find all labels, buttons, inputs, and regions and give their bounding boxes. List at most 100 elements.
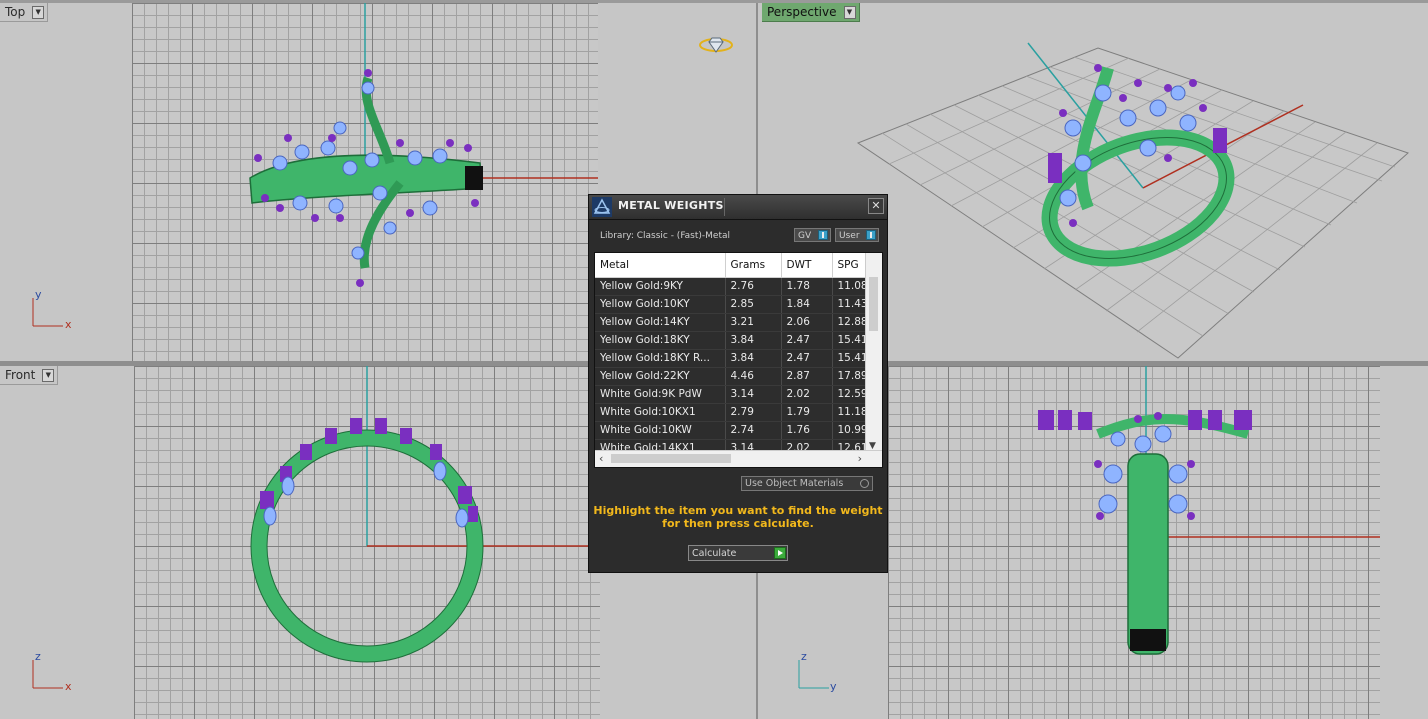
axis-label-z-right: z: [801, 650, 807, 663]
panel-title: METAL WEIGHTS: [618, 199, 724, 212]
use-object-materials-label: Use Object Materials: [745, 478, 844, 489]
scroll-left-icon[interactable]: ‹: [599, 452, 603, 465]
table-row[interactable]: Yellow Gold:22KY 4.46 2.87 17.89: [595, 367, 868, 386]
viewport-label-front-text: Front: [5, 368, 36, 382]
column-header-grams[interactable]: Grams: [725, 253, 782, 278]
gv-toggle-label: GV: [798, 231, 812, 241]
diamond-icon[interactable]: [698, 35, 734, 55]
axis-label-x-front: x: [65, 680, 72, 693]
metal-cell: Yellow Gold:18KY R...: [595, 349, 726, 368]
column-header-dwt[interactable]: DWT: [781, 253, 833, 278]
ring-front-view: [250, 418, 484, 663]
spg-cell: 12.88: [832, 313, 868, 332]
metal-cell: White Gold:9K PdW: [595, 385, 726, 404]
table-row[interactable]: Yellow Gold:18KY 3.84 2.47 15.41: [595, 331, 868, 350]
table-row[interactable]: Yellow Gold:9KY 2.76 1.78 11.08: [595, 277, 868, 296]
scrollbar-thumb[interactable]: [611, 454, 731, 463]
metal-cell: Yellow Gold:22KY: [595, 367, 726, 386]
table-row[interactable]: Yellow Gold:14KY 3.21 2.06 12.88: [595, 313, 868, 332]
radio-icon[interactable]: [860, 479, 869, 488]
metal-cell: White Gold:10KW: [595, 421, 726, 440]
ring-top-view: [249, 69, 483, 287]
dwt-cell: 1.78: [781, 277, 833, 296]
grams-cell: 3.84: [725, 331, 782, 350]
table-row[interactable]: White Gold:10KX1 2.79 1.79 11.18: [595, 403, 868, 422]
metal-weights-panel[interactable]: METAL WEIGHTS ✕ Library: Classic - (Fast…: [588, 194, 888, 573]
viewport-label-front[interactable]: Front ▼: [0, 366, 59, 385]
metal-cell: Yellow Gold:14KY: [595, 313, 726, 332]
use-object-materials-option[interactable]: Use Object Materials: [741, 476, 873, 491]
library-label: Library: Classic - (Fast)-Metal: [600, 231, 731, 241]
metal-cell: White Gold:10KX1: [595, 403, 726, 422]
user-toggle[interactable]: User: [835, 228, 879, 242]
table-row[interactable]: White Gold:10KW 2.74 1.76 10.99: [595, 421, 868, 440]
metal-cell: Yellow Gold:10KY: [595, 295, 726, 314]
instruction-text: Highlight the item you want to find the …: [593, 504, 883, 530]
ring-perspective: [1041, 64, 1235, 267]
table-row[interactable]: White Gold:9K PdW 3.14 2.02 12.59: [595, 385, 868, 404]
axis-label-x-top: x: [65, 318, 72, 331]
axis-gizmo-front: z x: [28, 650, 73, 697]
ring-side-view: [1038, 410, 1252, 655]
dwt-cell: 2.47: [781, 349, 833, 368]
chevron-down-icon[interactable]: ▼: [42, 369, 55, 382]
toggle-icon: [818, 230, 828, 240]
gv-toggle[interactable]: GV: [794, 228, 831, 242]
table-row[interactable]: Yellow Gold:10KY 2.85 1.84 11.43: [595, 295, 868, 314]
app-logo-icon: [592, 197, 612, 217]
play-icon: [774, 547, 786, 559]
spg-cell: 12.59: [832, 385, 868, 404]
table-row[interactable]: Yellow Gold:18KY R... 3.84 2.47 15.41: [595, 349, 868, 368]
dwt-cell: 1.79: [781, 403, 833, 422]
axis-gizmo-right: z y: [794, 650, 839, 697]
dwt-cell: 2.47: [781, 331, 833, 350]
titlebar-divider: [724, 198, 725, 216]
scrollbar-thumb[interactable]: [869, 277, 878, 331]
spg-cell: 11.08: [832, 277, 868, 296]
axis-gizmo-top: y x: [28, 288, 73, 335]
toggle-icon: [866, 230, 876, 240]
vertical-scrollbar[interactable]: ▼: [865, 253, 882, 451]
grams-cell: 3.84: [725, 349, 782, 368]
dwt-cell: 1.76: [781, 421, 833, 440]
grams-cell: 3.14: [725, 385, 782, 404]
dwt-cell: 2.06: [781, 313, 833, 332]
viewport-label-perspective[interactable]: Perspective ▼: [762, 3, 860, 22]
spg-cell: 11.18: [832, 403, 868, 422]
close-button[interactable]: ✕: [868, 198, 884, 214]
grams-cell: 2.79: [725, 403, 782, 422]
scroll-right-icon[interactable]: ›: [858, 452, 862, 465]
dwt-cell: 1.84: [781, 295, 833, 314]
metal-cell: Yellow Gold:9KY: [595, 277, 726, 296]
axis-label-z-front: z: [35, 650, 41, 663]
grams-cell: 3.21: [725, 313, 782, 332]
grams-cell: 4.46: [725, 367, 782, 386]
viewport-label-top-text: Top: [5, 5, 26, 19]
metal-cell: Yellow Gold:18KY: [595, 331, 726, 350]
chevron-down-icon[interactable]: ▼: [843, 6, 856, 19]
spg-cell: 17.89: [832, 367, 868, 386]
grams-cell: 2.85: [725, 295, 782, 314]
spg-cell: 15.41: [832, 349, 868, 368]
horizontal-scrollbar[interactable]: ‹ ›: [595, 450, 882, 467]
axis-label-y-top: y: [35, 288, 42, 301]
spg-cell: 10.99: [832, 421, 868, 440]
column-header-spg[interactable]: SPG: [832, 253, 868, 278]
calculate-button[interactable]: Calculate: [688, 545, 788, 561]
table-header-row: Metal Grams DWT SPG: [595, 253, 868, 278]
dwt-cell: 2.02: [781, 385, 833, 404]
column-header-metal[interactable]: Metal: [595, 253, 726, 278]
viewport-label-top[interactable]: Top ▼: [0, 3, 49, 22]
grams-cell: 2.76: [725, 277, 782, 296]
spg-cell: 15.41: [832, 331, 868, 350]
grams-cell: 2.74: [725, 421, 782, 440]
metal-table-container[interactable]: Metal Grams DWT SPG Yellow Gold:9KY 2.76 1…: [594, 252, 883, 468]
viewport-label-perspective-text: Perspective: [767, 5, 837, 19]
axis-label-y-right: y: [830, 680, 837, 693]
spg-cell: 11.43: [832, 295, 868, 314]
panel-titlebar[interactable]: METAL WEIGHTS ✕: [589, 195, 887, 220]
calculate-label: Calculate: [692, 548, 737, 559]
user-toggle-label: User: [839, 231, 860, 241]
metal-weights-table: Metal Grams DWT SPG Yellow Gold:9KY 2.76 1…: [595, 253, 868, 467]
chevron-down-icon[interactable]: ▼: [32, 6, 45, 19]
